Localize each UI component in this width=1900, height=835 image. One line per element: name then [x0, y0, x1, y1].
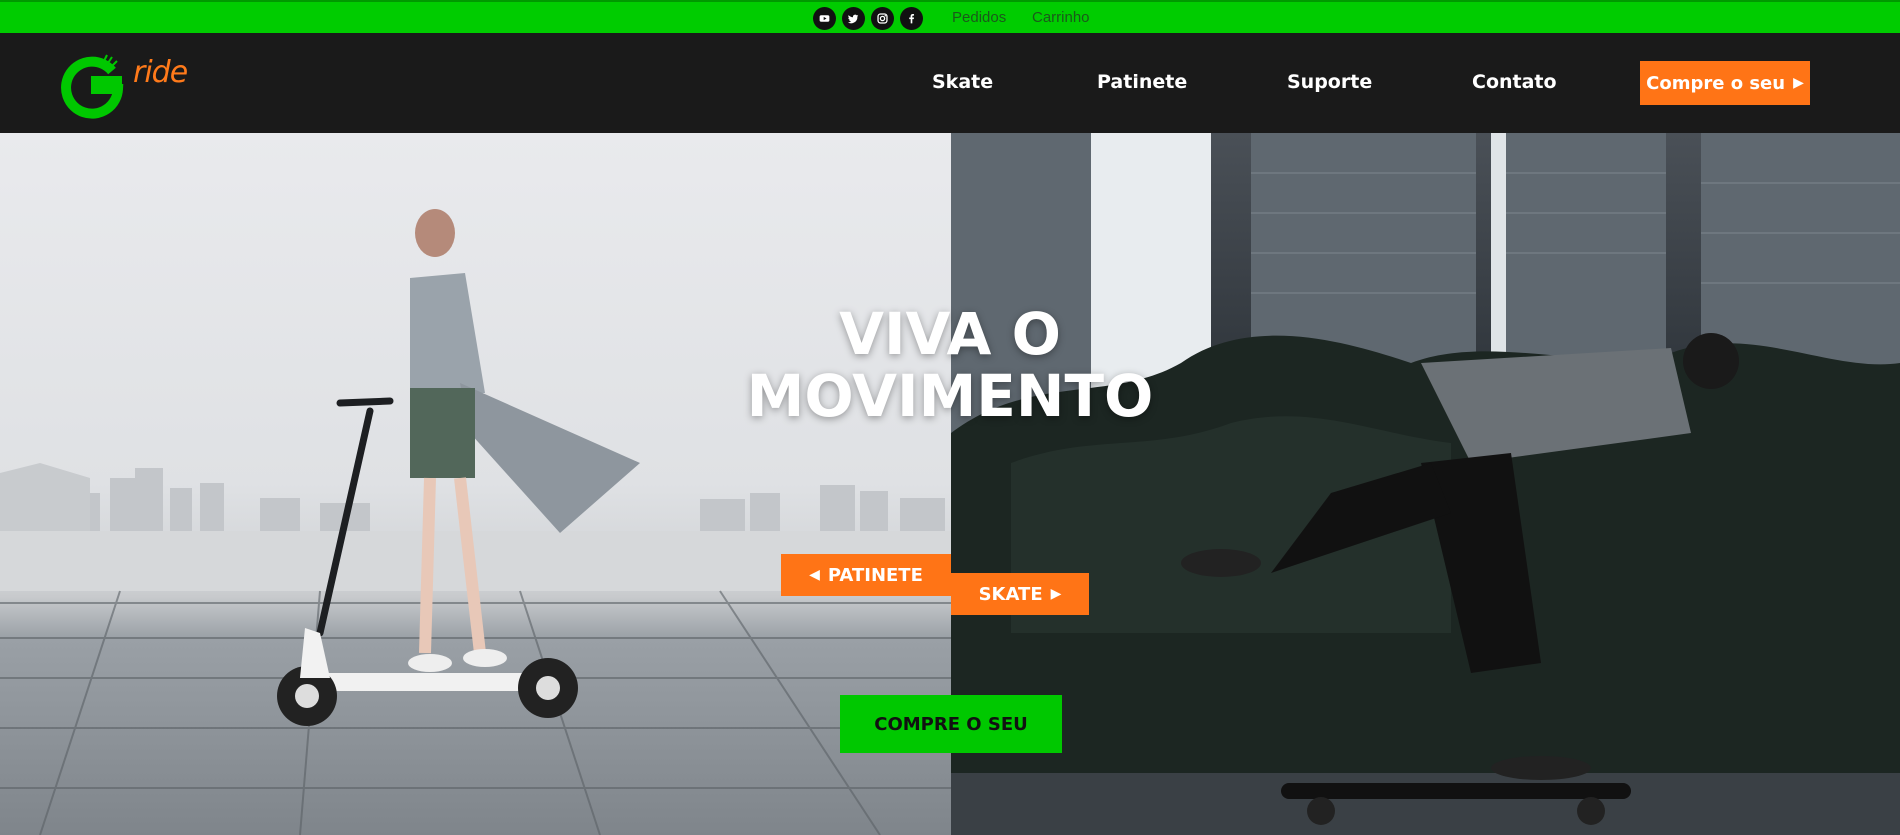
youtube-icon[interactable]	[813, 7, 836, 30]
skate-button-label: SKATE	[978, 583, 1043, 605]
headline-line-2: MOVIMENTO	[746, 362, 1154, 430]
top-bar: Pedidos Carrinho	[0, 0, 1900, 33]
buy-your-own-button[interactable]: COMPRE O SEU	[840, 695, 1062, 753]
arrow-right-icon: ▶	[1050, 586, 1062, 602]
headline-line-1: VIVA O	[839, 300, 1061, 368]
scooter-hero-image	[0, 133, 951, 835]
nav-suporte[interactable]: Suporte	[1287, 71, 1372, 93]
arrow-left-icon: ◀	[809, 567, 820, 583]
hero-section: VIVA O MOVIMENTO ◀ PATINETE SKATE ▶ COMP…	[0, 133, 1900, 835]
logo-g-icon	[61, 54, 124, 119]
hero-headline: VIVA O MOVIMENTO	[700, 303, 1200, 427]
play-arrow-icon: ▶	[1793, 75, 1804, 91]
buy-now-label: Compre o seu	[1646, 72, 1786, 94]
logo-wordmark: ride	[133, 55, 188, 90]
skate-button[interactable]: SKATE ▶	[951, 573, 1089, 615]
skate-hero-image	[951, 133, 1900, 835]
patinete-button-label: PATINETE	[827, 564, 923, 586]
nav-patinete[interactable]: Patinete	[1097, 71, 1187, 93]
buy-now-button[interactable]: Compre o seu ▶	[1640, 61, 1810, 105]
nav-contato[interactable]: Contato	[1472, 71, 1557, 93]
patinete-button[interactable]: ◀ PATINETE	[781, 554, 951, 596]
cart-link[interactable]: Carrinho	[1032, 9, 1090, 26]
instagram-icon[interactable]	[871, 7, 894, 30]
facebook-icon[interactable]	[900, 7, 923, 30]
twitter-icon[interactable]	[842, 7, 865, 30]
social-links	[813, 7, 923, 30]
orders-link[interactable]: Pedidos	[952, 9, 1006, 26]
main-header: ride Skate Patinete Suporte Contato Comp…	[0, 33, 1900, 133]
nav-skate[interactable]: Skate	[932, 71, 993, 93]
